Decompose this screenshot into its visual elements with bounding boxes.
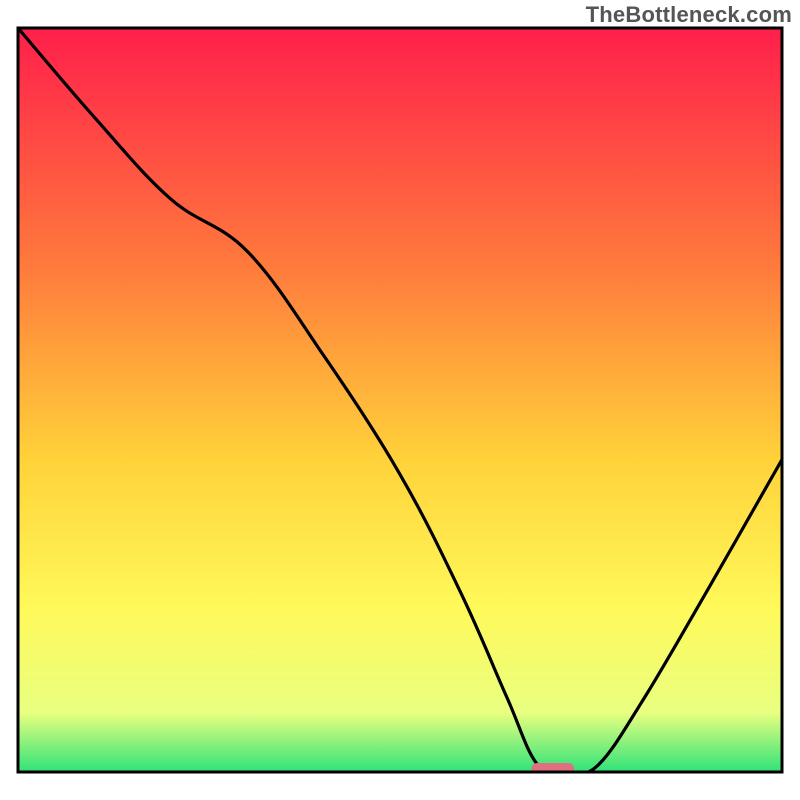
optimal-point-marker (531, 763, 574, 777)
watermark-text: TheBottleneck.com (586, 2, 792, 28)
bottleneck-curve-chart (0, 0, 800, 800)
